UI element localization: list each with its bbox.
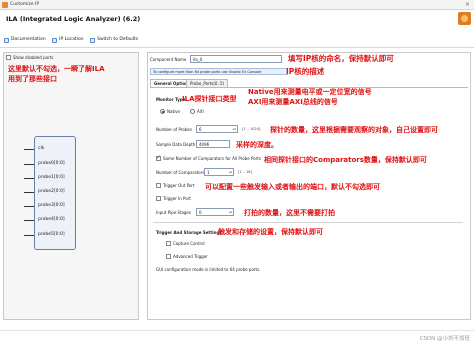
pin-probe3: probe3[0:0]: [38, 203, 65, 208]
component-name-input[interactable]: ila_0: [190, 55, 282, 63]
gui-mode-note: GUI configuration mode is limited to 64 …: [156, 267, 261, 272]
show-disabled-ports-checkbox[interactable]: Show disabled ports: [6, 55, 53, 60]
vivado-logo-icon: [2, 2, 8, 8]
document-icon: [4, 37, 9, 43]
annotation-comparators: 相同探针接口的Comparators数量，保持默认即可: [264, 156, 427, 164]
checkbox-checked-icon: [156, 154, 161, 161]
trigger-in-checkbox[interactable]: Trigger In Port: [156, 196, 191, 201]
checkbox-icon: [166, 254, 171, 259]
documentation-label: Documentation: [11, 37, 46, 42]
pin-clk: clk: [38, 146, 45, 151]
advanced-trigger-checkbox[interactable]: Advanced Trigger: [166, 254, 208, 259]
pin-line: [24, 220, 34, 221]
pin-line: [24, 206, 34, 207]
window-title: Customize IP: [10, 2, 40, 7]
annotation-ip-description: IP核的描述: [286, 67, 325, 76]
sample-depth-select[interactable]: 4096: [196, 140, 230, 148]
ip-core-icon: [458, 12, 471, 25]
trigger-in-label: Trigger In Port: [163, 196, 191, 201]
axi-label: AXI: [197, 109, 204, 114]
pin-line: [24, 149, 34, 150]
window-titlebar: Customize IP ×: [0, 0, 474, 10]
trigger-storage-label: Trigger And Storage Settings: [156, 230, 222, 235]
checkbox-icon: [166, 241, 171, 246]
pin-probe5: probe5[0:0]: [38, 232, 65, 237]
checkbox-icon: [156, 183, 161, 188]
annotation-trigger-storage: 触发和存储的设置，保持默认即可: [218, 228, 323, 236]
radio-selected-icon: [160, 109, 165, 114]
pin-line: [24, 192, 34, 193]
capture-control-checkbox[interactable]: Capture Control: [166, 241, 205, 246]
annotation-monitor-type: ILA探针接口类型: [182, 95, 237, 103]
num-probes-range: [1 .. 1024]: [242, 127, 261, 131]
annotation-num-probes: 探针的数量，这里根据需要观察的对象，自己设置即可: [270, 126, 438, 134]
pin-probe0: probe0[0:0]: [38, 161, 65, 166]
ip-location-label: IP Location: [59, 37, 84, 42]
component-name-label: Component Name: [150, 57, 187, 62]
documentation-button[interactable]: Documentation: [4, 36, 46, 44]
watermark: CSDN @小刘不加班: [419, 336, 470, 342]
footer-divider: [0, 330, 474, 331]
advanced-trigger-label: Advanced Trigger: [173, 254, 208, 259]
num-comparators-label: Number of Comparators: [156, 170, 205, 175]
same-comparators-checkbox[interactable]: Same Number of Comparators for All Probe…: [156, 154, 261, 161]
checkbox-icon: [156, 196, 161, 201]
native-radio[interactable]: Native: [160, 109, 180, 114]
pin-probe2: probe2[0:0]: [38, 189, 65, 194]
pin-line: [24, 164, 34, 165]
input-pipe-spinner[interactable]: 0: [196, 208, 234, 216]
ip-location-button[interactable]: IP Location: [52, 36, 84, 44]
num-comparators-spinner[interactable]: 1: [204, 168, 234, 176]
annotation-input-pipe: 打拍的数量，这里不需要打拍: [244, 209, 335, 217]
radio-icon: [190, 109, 195, 114]
show-disabled-ports-label: Show disabled ports: [13, 55, 54, 60]
annotation-trigger-ports: 可以配置一些触发输入或者输出的端口，默认不勾选即可: [205, 183, 380, 191]
switch-defaults-button[interactable]: Switch to Defaults: [90, 36, 138, 44]
annotation-default-unchecked: 这里默认不勾选，一瞬了解ILA: [8, 65, 105, 73]
num-comparators-range: [1 .. 16]: [238, 170, 252, 174]
folder-icon: [52, 37, 58, 43]
toolbar-divider: [0, 47, 474, 48]
toolbar: Documentation IP Location Switch to Defa…: [4, 36, 143, 44]
monitor-type-label: Monitor Type: [156, 97, 186, 102]
pin-probe1: probe1[0:0]: [38, 175, 65, 180]
pin-probe4: probe4[0:0]: [38, 217, 65, 222]
info-banner: To configure more than 64 probe ports us…: [150, 68, 288, 75]
num-probes-label: Number of Probes: [156, 127, 192, 132]
input-pipe-label: Input Pipe Stages: [156, 210, 191, 215]
section-divider: [153, 222, 463, 223]
annotation-axi: AXI用来测量AXI总线的信号: [248, 98, 338, 106]
pin-line: [24, 178, 34, 179]
annotation-native: Native用来测量电平或一定位宽的信号: [248, 88, 372, 96]
annotation-component-name: 填写IP核的命名，保持默认即可: [288, 54, 394, 63]
same-comparators-label: Same Number of Comparators for All Probe…: [163, 156, 261, 161]
num-probes-spinner[interactable]: 6: [196, 125, 238, 133]
axi-radio[interactable]: AXI: [190, 109, 204, 114]
trigger-out-checkbox[interactable]: Trigger Out Port: [156, 183, 195, 188]
annotation-interfaces: 用到了那些接口: [8, 75, 57, 83]
page-title: ILA (Integrated Logic Analyzer) (6.2): [6, 15, 141, 23]
tab-probe-ports[interactable]: Probe_Ports(0..5): [186, 79, 229, 87]
sample-depth-label: Sample Data Depth: [156, 142, 196, 147]
switch-defaults-label: Switch to Defaults: [97, 37, 139, 42]
capture-control-label: Capture Control: [173, 241, 205, 246]
pin-line: [24, 235, 34, 236]
native-label: Native: [167, 109, 180, 114]
checkbox-icon: [6, 55, 11, 60]
close-icon[interactable]: ×: [465, 0, 470, 10]
refresh-icon: [90, 37, 96, 43]
trigger-out-label: Trigger Out Port: [163, 183, 195, 188]
annotation-sample-depth: 采样的深度。: [236, 141, 278, 149]
